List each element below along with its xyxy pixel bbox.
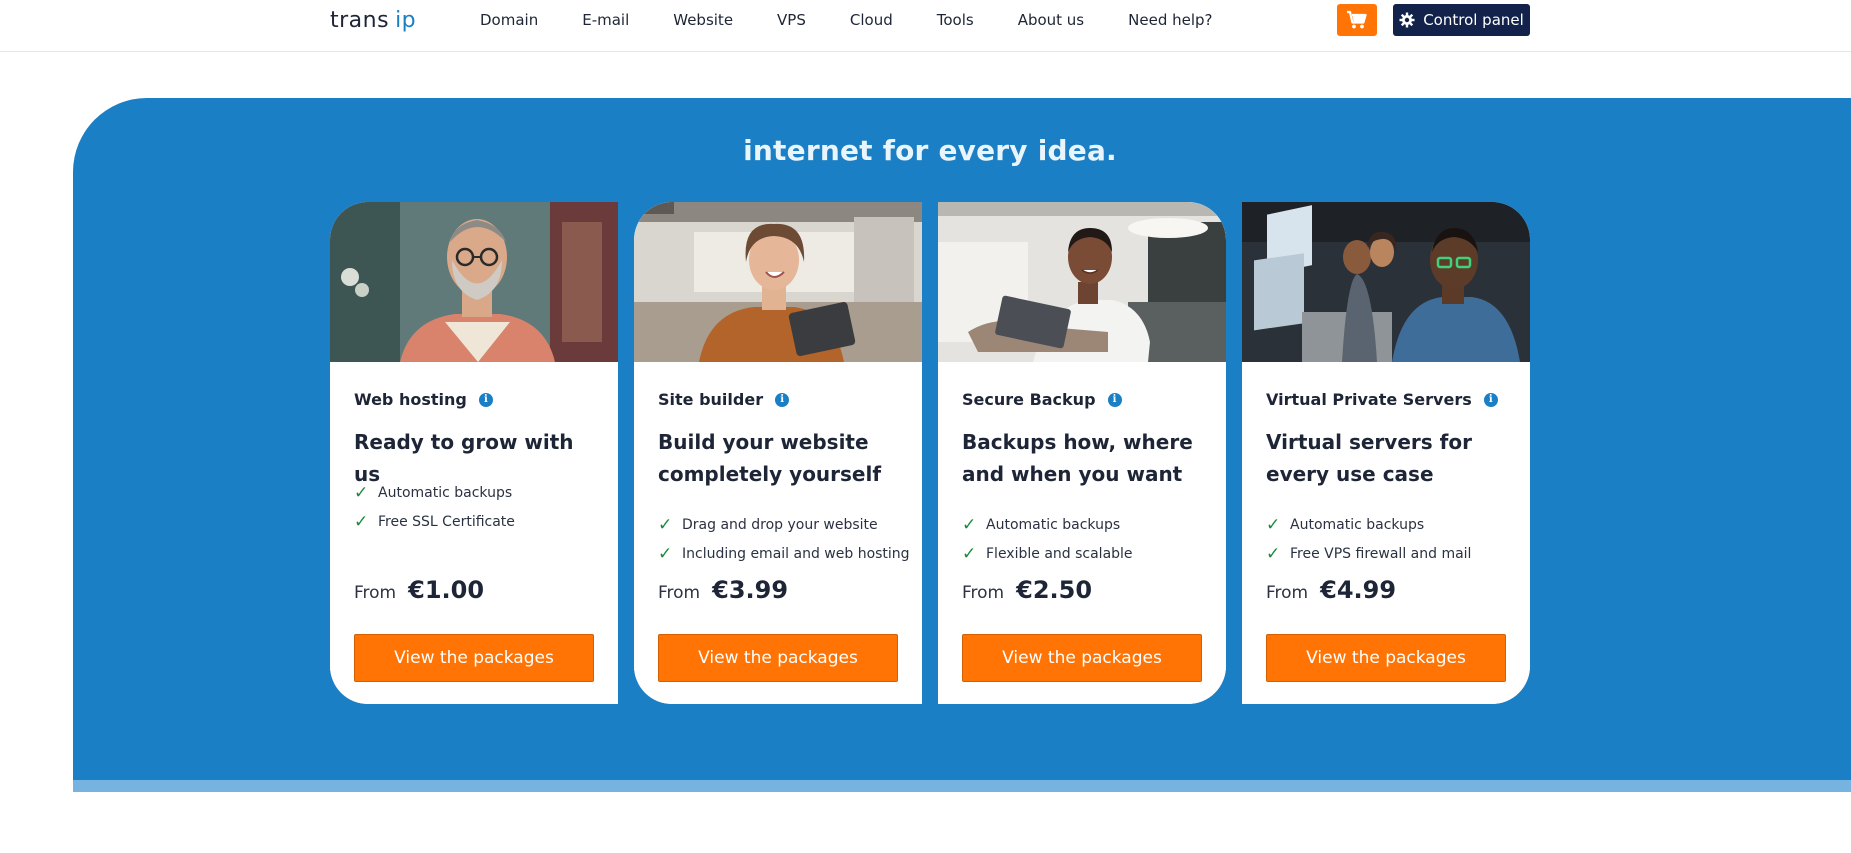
nav-item-domain[interactable]: Domain bbox=[480, 11, 538, 29]
price-from-label: From bbox=[354, 583, 397, 603]
check-icon: ✓ bbox=[1266, 543, 1281, 564]
card-headline: Build your website completely yourself bbox=[658, 430, 882, 486]
price-amount: €1.00 bbox=[408, 576, 485, 604]
nav-item-website[interactable]: Website bbox=[673, 11, 733, 29]
nav-item-need-help[interactable]: Need help? bbox=[1128, 11, 1212, 29]
web-hosting-photo bbox=[330, 202, 618, 362]
info-icon[interactable]: i bbox=[1107, 392, 1122, 407]
card-headline: Backups how, where and when you want bbox=[962, 430, 1193, 486]
feature-list: ✓ Automatic backups ✓ Flexible and scalabl… bbox=[962, 510, 1133, 568]
view-packages-button[interactable]: View the packages bbox=[658, 634, 898, 682]
service-name: Web hosting bbox=[354, 390, 467, 409]
site-builder-photo bbox=[634, 202, 922, 362]
feature-item: ✓ Free VPS firewall and mail bbox=[1266, 543, 1472, 564]
service-name: Site builder bbox=[658, 390, 764, 409]
check-icon: ✓ bbox=[962, 543, 977, 564]
price-from-label: From bbox=[658, 583, 701, 603]
feature-list: ✓ Automatic backups ✓ Free SSL Certificate bbox=[354, 478, 515, 536]
vps-card-body: Virtual Private Servers i Virtual server… bbox=[1242, 362, 1530, 704]
web-hosting-card-body: Web hosting i Ready to grow with us ✓ Aut… bbox=[330, 362, 618, 704]
check-icon: ✓ bbox=[658, 514, 673, 535]
price-block: From €3.99 bbox=[658, 576, 788, 604]
check-icon: ✓ bbox=[962, 514, 977, 535]
hero-title: internet for every idea. bbox=[743, 134, 1117, 167]
price-block: From €1.00 bbox=[354, 576, 484, 604]
secure-backup-card-body: Secure Backup i Backups how, where and w… bbox=[938, 362, 1226, 704]
main-nav: Domain E-mail Website VPS Cloud Tools Ab… bbox=[480, 0, 1257, 40]
feature-item: ✓ Automatic backups bbox=[354, 482, 513, 503]
product-card-vps: Virtual Private Servers i Virtual server… bbox=[1242, 202, 1530, 704]
feature-item: ✓ Drag and drop your website bbox=[658, 514, 878, 535]
site-header: trans ip Domain E-mail Website VPS Cloud … bbox=[0, 0, 1851, 52]
service-name: Secure Backup bbox=[962, 390, 1096, 409]
vps-photo bbox=[1242, 202, 1530, 362]
check-icon: ✓ bbox=[1266, 514, 1281, 535]
check-icon: ✓ bbox=[658, 543, 673, 564]
price-amount: €4.99 bbox=[1320, 576, 1397, 604]
control-panel-label: Control panel bbox=[1423, 11, 1524, 29]
nav-item-about-us[interactable]: About us bbox=[1018, 11, 1084, 29]
service-title: Site builder i bbox=[658, 390, 790, 409]
check-icon: ✓ bbox=[354, 482, 369, 503]
info-icon[interactable]: i bbox=[775, 392, 790, 407]
feature-list: ✓ Drag and drop your website ✓ Including e… bbox=[658, 510, 910, 568]
view-packages-button[interactable]: View the packages bbox=[354, 634, 594, 682]
info-icon[interactable]: i bbox=[1483, 392, 1498, 407]
transip-logo[interactable]: trans ip bbox=[330, 8, 416, 33]
price-amount: €2.50 bbox=[1016, 576, 1093, 604]
product-card-site-builder: Site builder i Build your website comple… bbox=[634, 202, 922, 704]
secure-backup-photo bbox=[938, 202, 1226, 362]
service-title: Web hosting i bbox=[354, 390, 493, 409]
price-block: From €2.50 bbox=[962, 576, 1092, 604]
service-name: Virtual Private Servers bbox=[1266, 390, 1472, 409]
service-title: Secure Backup i bbox=[962, 390, 1122, 409]
card-headline: Virtual servers for every use case bbox=[1266, 430, 1472, 486]
info-icon[interactable]: i bbox=[478, 392, 493, 407]
price-block: From €4.99 bbox=[1266, 576, 1396, 604]
site-builder-card-body: Site builder i Build your website comple… bbox=[634, 362, 922, 704]
product-card-web-hosting: Web hosting i Ready to grow with us ✓ Aut… bbox=[330, 202, 618, 704]
nav-item-cloud[interactable]: Cloud bbox=[850, 11, 893, 29]
cart-button[interactable] bbox=[1337, 4, 1377, 36]
service-title: Virtual Private Servers i bbox=[1266, 390, 1498, 409]
price-amount: €3.99 bbox=[712, 576, 789, 604]
view-packages-button[interactable]: View the packages bbox=[1266, 634, 1506, 682]
logo-text-trans: trans bbox=[330, 8, 390, 33]
logo-text-ip: ip bbox=[395, 8, 417, 33]
feature-item: ✓ Flexible and scalable bbox=[962, 543, 1133, 564]
feature-item: ✓ Free SSL Certificate bbox=[354, 511, 515, 532]
check-icon: ✓ bbox=[354, 511, 369, 532]
nav-item-tools[interactable]: Tools bbox=[937, 11, 974, 29]
nav-item-vps[interactable]: VPS bbox=[777, 11, 806, 29]
price-from-label: From bbox=[962, 583, 1005, 603]
feature-list: ✓ Automatic backups ✓ Free VPS firewall an… bbox=[1266, 510, 1471, 568]
cart-icon bbox=[1347, 10, 1367, 29]
feature-item: ✓ Including email and web hosting bbox=[658, 543, 910, 564]
price-from-label: From bbox=[1266, 583, 1309, 603]
view-packages-button[interactable]: View the packages bbox=[962, 634, 1202, 682]
control-panel-button[interactable]: Control panel bbox=[1393, 4, 1530, 36]
feature-item: ✓ Automatic backups bbox=[962, 514, 1121, 535]
nav-item-email[interactable]: E-mail bbox=[582, 11, 629, 29]
gear-icon bbox=[1399, 12, 1415, 28]
product-card-secure-backup: Secure Backup i Backups how, where and w… bbox=[938, 202, 1226, 704]
hero-bottom-stripe bbox=[73, 780, 1851, 792]
feature-item: ✓ Automatic backups bbox=[1266, 514, 1425, 535]
